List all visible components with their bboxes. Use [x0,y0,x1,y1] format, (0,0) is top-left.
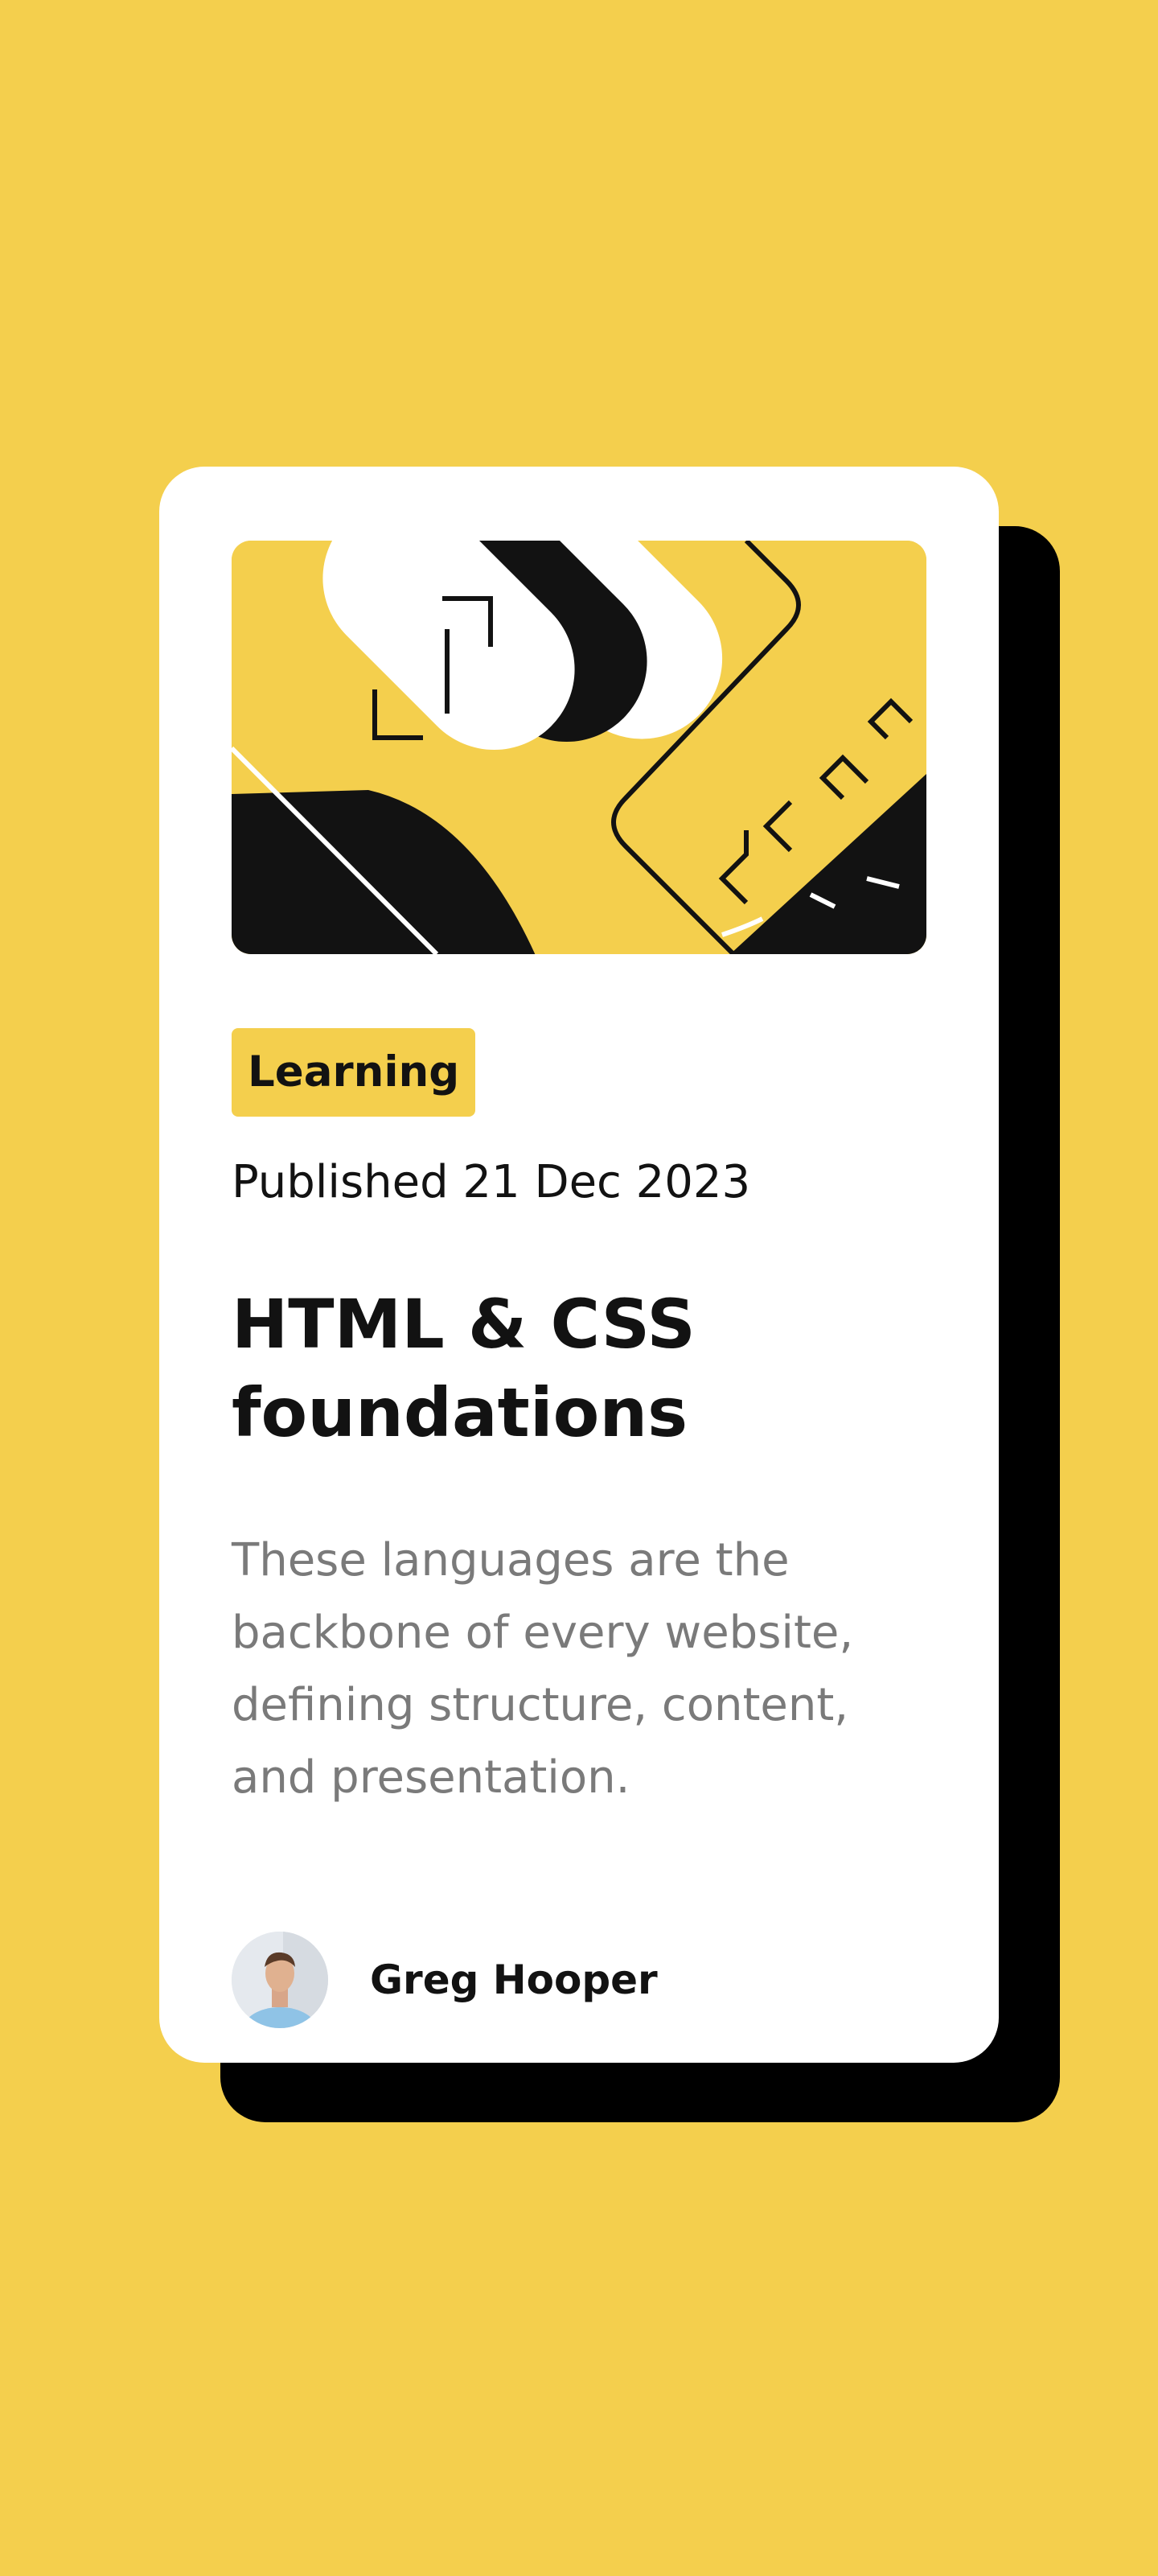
avatar-image [232,1932,328,2028]
publish-date: Published 21 Dec 2023 [232,1156,751,1208]
article-title[interactable]: HTML & CSS foundations [232,1280,843,1457]
author: Greg Hooper [232,1932,926,2028]
author-name: Greg Hooper [370,1957,658,2003]
avatar [232,1932,328,2028]
article-description: These languages are the backbone of ever… [232,1534,854,1804]
page: { "card": { "tag": "Learning", "publishe… [0,0,1158,2576]
blog-preview-card: Learning Published 21 Dec 2023 HTML & CS… [159,467,999,2063]
article-illustration-graphic [232,541,926,954]
category-tag: Learning [232,1028,476,1117]
article-illustration [232,541,926,954]
